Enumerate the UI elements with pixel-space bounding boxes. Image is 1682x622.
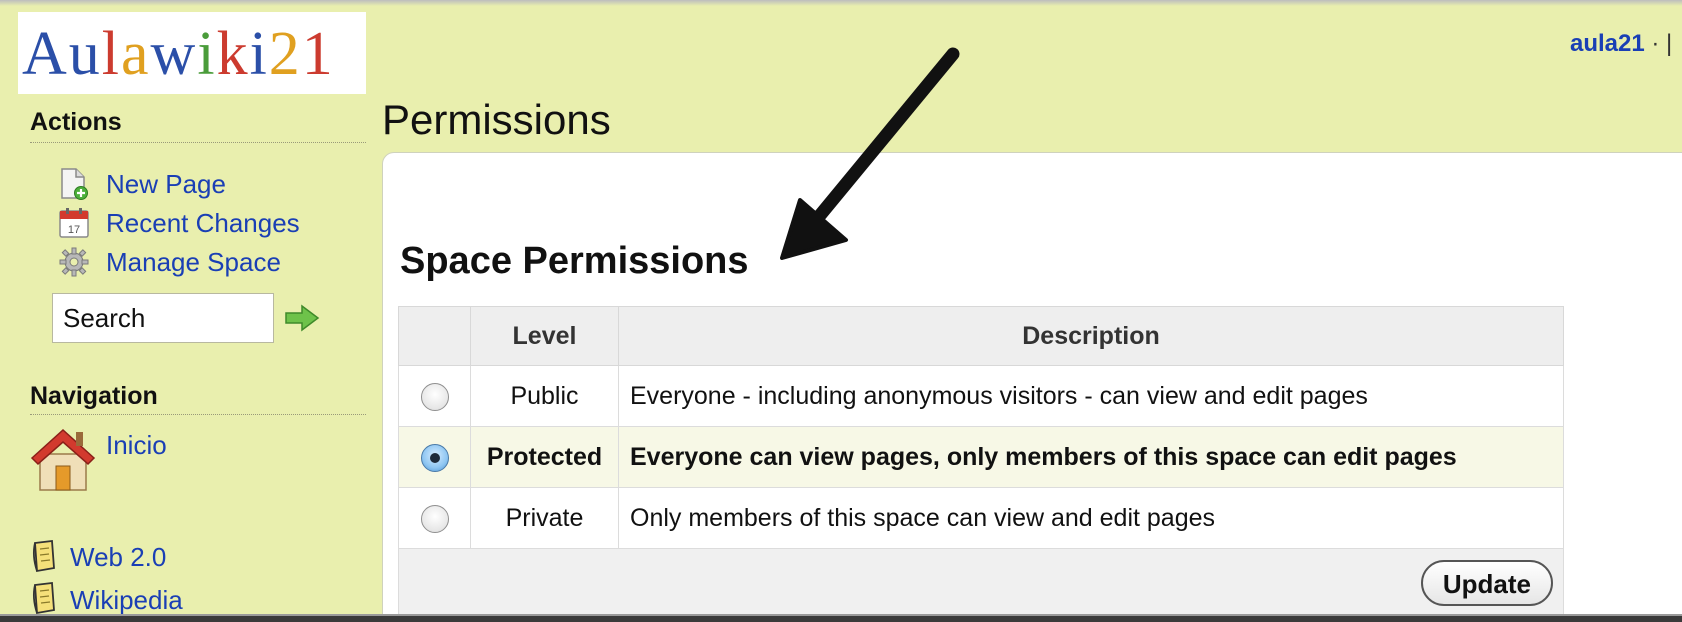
site-logo[interactable]: Aulawiki21 xyxy=(18,12,366,94)
permissions-table: Level Description Public Everyone - incl… xyxy=(398,306,1564,618)
section-title: Space Permissions xyxy=(400,240,749,282)
navigation-heading: Navigation xyxy=(30,382,158,410)
level-cell: Protected xyxy=(470,426,619,488)
description-cell: Only members of this space can view and … xyxy=(618,487,1564,549)
search-go-arrow-icon[interactable] xyxy=(284,304,320,332)
action-manage-space[interactable]: Manage Space xyxy=(56,243,281,281)
table-header-row: Level Description xyxy=(398,306,1564,366)
logo-letter: 1 xyxy=(301,20,335,88)
logo-letter: a xyxy=(121,20,151,88)
page-title: Permissions xyxy=(382,96,611,143)
new-page-icon xyxy=(56,168,92,200)
home-icon xyxy=(30,424,96,492)
level-cell: Public xyxy=(470,365,619,427)
logo-letter: i xyxy=(197,20,217,88)
radio-cell[interactable] xyxy=(398,426,471,488)
private-radio[interactable] xyxy=(420,504,449,533)
window-top-edge xyxy=(0,0,1682,6)
footer-cell: Update xyxy=(398,548,1564,618)
column-header-level: Level xyxy=(470,306,619,366)
description-cell: Everyone - including anonymous visitors … xyxy=(618,365,1564,427)
header-separator: · | xyxy=(1644,30,1673,57)
column-header-description: Description xyxy=(618,306,1564,366)
navigation-divider xyxy=(30,414,366,415)
table-footer-row: Update xyxy=(398,548,1564,618)
manage-space-link[interactable]: Manage Space xyxy=(106,247,281,278)
new-page-link[interactable]: New Page xyxy=(106,169,226,200)
radio-cell[interactable] xyxy=(398,487,471,549)
actions-heading: Actions xyxy=(30,108,122,136)
gear-icon xyxy=(56,246,92,278)
logo-letter: u xyxy=(68,20,102,88)
nav-wikipedia-link[interactable]: Wikipedia xyxy=(70,585,183,616)
user-menu[interactable]: aula21 · | xyxy=(1570,30,1672,58)
public-radio[interactable] xyxy=(420,382,449,411)
logo-letter: A xyxy=(22,20,69,88)
column-header-select xyxy=(398,306,471,366)
nav-inicio-link[interactable]: Inicio xyxy=(106,430,167,461)
action-recent-changes[interactable]: 17 Recent Changes xyxy=(56,204,300,242)
recent-changes-link[interactable]: Recent Changes xyxy=(106,208,300,239)
table-row[interactable]: Protected Everyone can view pages, only … xyxy=(398,426,1564,488)
logo-letter: l xyxy=(101,20,122,88)
protected-radio[interactable] xyxy=(420,443,449,472)
actions-divider xyxy=(30,142,366,143)
calendar-icon: 17 xyxy=(56,207,92,239)
logo-letter: w xyxy=(150,20,198,88)
level-cell: Private xyxy=(470,487,619,549)
action-new-page[interactable]: New Page xyxy=(56,165,226,203)
note-icon xyxy=(30,581,58,616)
search-input[interactable] xyxy=(52,293,274,343)
table-row[interactable]: Public Everyone - including anonymous vi… xyxy=(398,365,1564,427)
logo-letter: 2 xyxy=(268,20,302,88)
annotation-arrow-icon xyxy=(780,47,960,260)
svg-text:17: 17 xyxy=(68,224,80,236)
table-row[interactable]: Private Only members of this space can v… xyxy=(398,487,1564,549)
radio-cell[interactable] xyxy=(398,365,471,427)
nav-web20-link[interactable]: Web 2.0 xyxy=(70,542,166,573)
logo-letter: k xyxy=(216,20,250,88)
logo-wordmark: Aulawiki21 xyxy=(22,14,335,94)
logo-letter: i xyxy=(249,20,269,88)
window-bottom-edge xyxy=(0,616,1682,622)
update-button[interactable]: Update xyxy=(1420,560,1553,606)
note-icon xyxy=(30,539,58,574)
username-link[interactable]: aula21 xyxy=(1570,30,1645,57)
description-cell: Everyone can view pages, only members of… xyxy=(618,426,1564,488)
